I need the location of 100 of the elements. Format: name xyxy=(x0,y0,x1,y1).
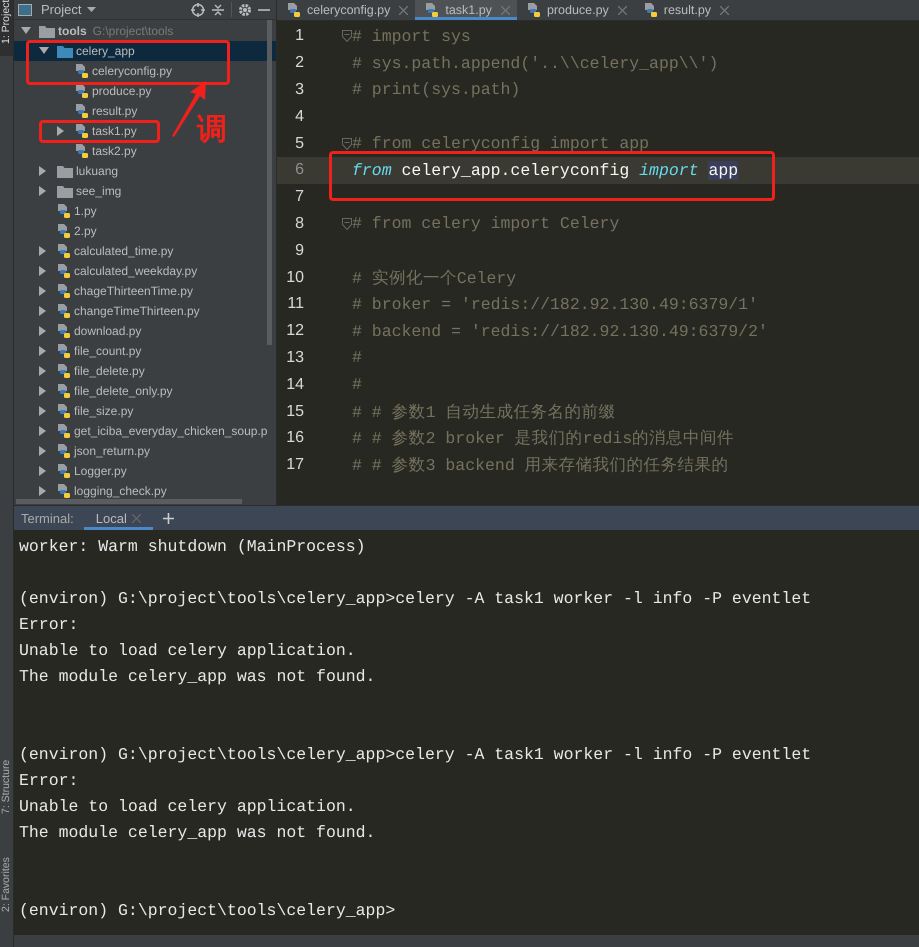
collapsed-arrow-icon[interactable] xyxy=(57,126,65,136)
terminal-line: Error: xyxy=(19,614,80,636)
python-file-icon xyxy=(57,303,71,319)
terminal-line: The module celery_app was not found. xyxy=(19,666,376,688)
python-file-icon xyxy=(57,343,71,359)
terminal-line: Unable to load celery application. xyxy=(19,796,357,818)
python-file-icon xyxy=(57,423,71,439)
tree-item[interactable]: file_delete.py xyxy=(39,361,145,381)
terminal-line: (environ) G:\project\tools\celery_app> xyxy=(19,900,396,922)
tree-item[interactable]: task1.py xyxy=(57,121,137,141)
python-file-icon xyxy=(526,2,541,18)
crosshair-icon[interactable] xyxy=(191,2,205,16)
line-number: 2 xyxy=(294,54,304,72)
tree-item[interactable]: changeTimeThirteen.py xyxy=(39,301,200,321)
line-number: 14 xyxy=(285,376,304,394)
tree-item[interactable]: download.py xyxy=(39,321,142,341)
tree-item[interactable]: Logger.py xyxy=(39,461,127,481)
collapse-icon[interactable] xyxy=(211,2,225,16)
python-file-icon xyxy=(644,2,658,18)
line-number: 6 xyxy=(294,161,304,180)
expanded-arrow-icon[interactable] xyxy=(39,47,49,55)
tree-item[interactable]: file_count.py xyxy=(39,341,142,361)
code-line: # sys.path.append('..\\celery_app\\') xyxy=(352,54,718,73)
terminal-label: Terminal: xyxy=(21,510,74,526)
panel-title[interactable]: Project xyxy=(41,2,82,17)
folder-icon xyxy=(39,24,55,38)
line-number: 15 xyxy=(285,402,304,421)
tree-item[interactable]: get_iciba_everyday_chicken_soup.p xyxy=(39,421,268,441)
tree-item[interactable]: lukuang xyxy=(39,161,118,181)
file-tab[interactable]: produce.py xyxy=(516,0,634,20)
terminal-line: Error: xyxy=(19,770,80,792)
tree-item[interactable]: task2.py xyxy=(57,141,137,161)
terminal-line: The module celery_app was not found. xyxy=(19,822,376,844)
line-number: 4 xyxy=(294,108,304,126)
line-number: 12 xyxy=(285,322,304,340)
fold-icon[interactable] xyxy=(342,30,352,42)
tree-item[interactable]: calculated_time.py xyxy=(39,241,174,261)
python-file-icon xyxy=(287,2,301,18)
line-number: 11 xyxy=(286,295,304,314)
file-tab[interactable]: task1.py xyxy=(415,0,517,20)
code-line: # xyxy=(352,375,362,394)
tree-item[interactable]: json_return.py xyxy=(39,441,150,461)
tree-item[interactable]: file_delete_only.py xyxy=(39,381,173,401)
session-tab[interactable]: Local xyxy=(84,506,153,530)
line-number: 8 xyxy=(294,214,304,233)
tree-item[interactable]: file_size.py xyxy=(39,401,134,421)
tree-item[interactable]: logging_check.py xyxy=(39,481,167,501)
tree-item[interactable]: 2.py xyxy=(39,221,97,241)
tool-window-tab[interactable]: 7: Structure xyxy=(0,744,13,814)
settings-icon[interactable] xyxy=(238,2,252,16)
python-file-icon xyxy=(57,203,71,219)
tree-item[interactable]: celeryconfig.py xyxy=(57,61,172,81)
file-tab[interactable]: result.py xyxy=(634,0,736,20)
folder-icon xyxy=(57,184,73,198)
line-number: 5 xyxy=(294,134,304,153)
expanded-arrow-icon[interactable] xyxy=(21,27,31,35)
line-number: 3 xyxy=(294,80,304,99)
python-file-icon xyxy=(57,323,71,339)
python-file-icon xyxy=(425,2,440,18)
tree-item[interactable]: see_img xyxy=(39,181,122,201)
caret-icon[interactable] xyxy=(87,6,96,12)
code-line: # # 参数2 broker 是我们的redis的消息中间件 xyxy=(352,428,734,450)
python-file-icon xyxy=(57,443,71,459)
fold-icon[interactable] xyxy=(342,218,352,230)
python-file-icon xyxy=(75,83,89,99)
line-number: 17 xyxy=(285,456,304,474)
folder-icon xyxy=(57,44,73,58)
close-icon[interactable] xyxy=(720,6,730,14)
terminal-line: Unable to load celery application. xyxy=(19,640,357,662)
code-line: from celery_app.celeryconfig import app xyxy=(352,160,738,180)
code-line: # 实例化一个Celery xyxy=(352,268,516,289)
add-icon[interactable] xyxy=(162,512,174,524)
close-icon[interactable] xyxy=(618,6,627,14)
tree-item[interactable]: tools G:\project\tools xyxy=(21,21,174,41)
tree-item[interactable]: chageThirteenTime.py xyxy=(39,281,193,301)
terminal-line: (environ) G:\project\tools\celery_app>celery -A task1 worker -l info -P eventlet xyxy=(19,588,812,610)
tree-item[interactable]: result.py xyxy=(57,101,138,121)
python-file-icon xyxy=(75,103,89,119)
tree-item[interactable]: calculated_weekday.py xyxy=(39,261,198,281)
python-file-icon xyxy=(57,483,71,499)
tree-item[interactable]: produce.py xyxy=(57,81,152,101)
folder-icon xyxy=(57,164,73,178)
tool-window-tab[interactable]: 1: Project xyxy=(0,0,13,56)
python-file-icon xyxy=(57,463,71,479)
python-file-icon xyxy=(57,243,71,259)
tree-item[interactable]: 1.py xyxy=(39,201,97,221)
fold-icon[interactable] xyxy=(342,138,352,150)
python-file-icon xyxy=(57,263,71,279)
file-tab[interactable]: celeryconfig.py xyxy=(277,0,416,20)
line-number: 7 xyxy=(294,188,304,206)
code-line: # print(sys.path) xyxy=(352,80,520,100)
python-file-icon xyxy=(57,223,71,239)
python-file-icon xyxy=(57,363,71,379)
line-number: 1 xyxy=(294,27,304,46)
python-file-icon xyxy=(75,123,89,139)
line-number: 16 xyxy=(285,429,304,448)
close-icon[interactable] xyxy=(399,6,408,14)
python-file-icon xyxy=(57,283,71,299)
tool-window-tab[interactable]: 2: Favorites xyxy=(0,844,13,912)
code-line: # backend = 'redis://182.92.130.49:6379/2' xyxy=(352,322,768,341)
